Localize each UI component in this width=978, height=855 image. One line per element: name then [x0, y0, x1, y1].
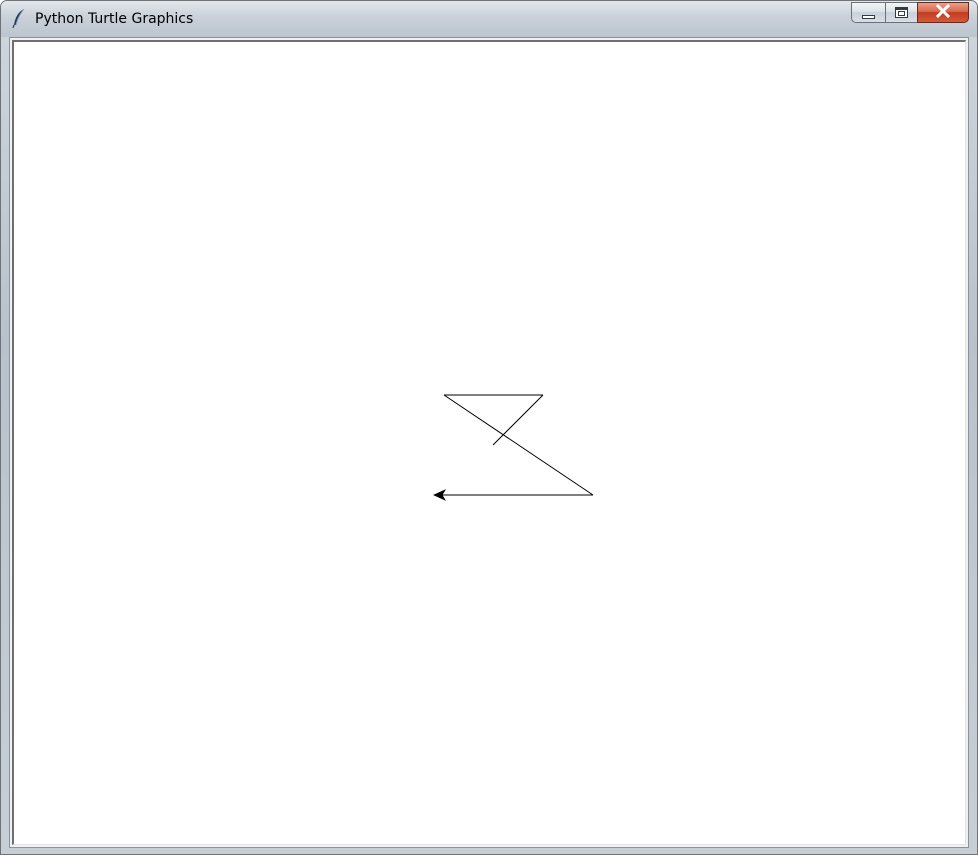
path-segment — [443, 394, 594, 496]
pen-path — [435, 394, 594, 496]
minimize-button[interactable] — [851, 2, 885, 23]
feather-icon — [11, 8, 27, 29]
turtle-drawing — [433, 394, 594, 501]
window-title: Python Turtle Graphics — [35, 11, 194, 27]
path-segment — [492, 394, 544, 446]
turtle-window: Python Turtle Graphics — [0, 0, 978, 855]
close-button[interactable] — [917, 2, 969, 23]
title-bar[interactable]: Python Turtle Graphics — [1, 1, 977, 37]
turtle-canvas[interactable] — [12, 40, 966, 845]
minimize-icon — [862, 14, 875, 19]
caption-buttons — [851, 2, 969, 23]
close-icon — [935, 3, 951, 22]
window-client-area — [9, 37, 969, 848]
maximize-button[interactable] — [885, 2, 917, 23]
maximize-icon — [895, 7, 908, 18]
